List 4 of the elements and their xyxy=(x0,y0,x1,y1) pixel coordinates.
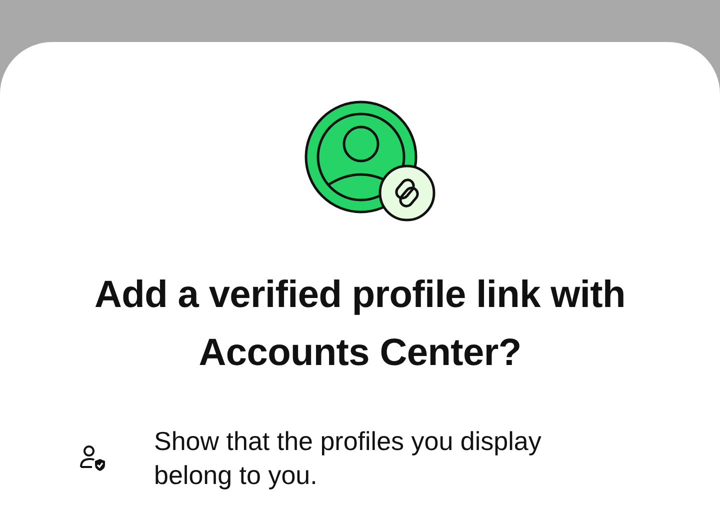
person-check-icon xyxy=(78,443,108,473)
feature-text: Show that the profiles you display belong to you. xyxy=(154,425,542,492)
profile-link-icon xyxy=(304,100,436,222)
sheet-title: Add a verified profile link with Accounts Center? xyxy=(94,273,626,376)
